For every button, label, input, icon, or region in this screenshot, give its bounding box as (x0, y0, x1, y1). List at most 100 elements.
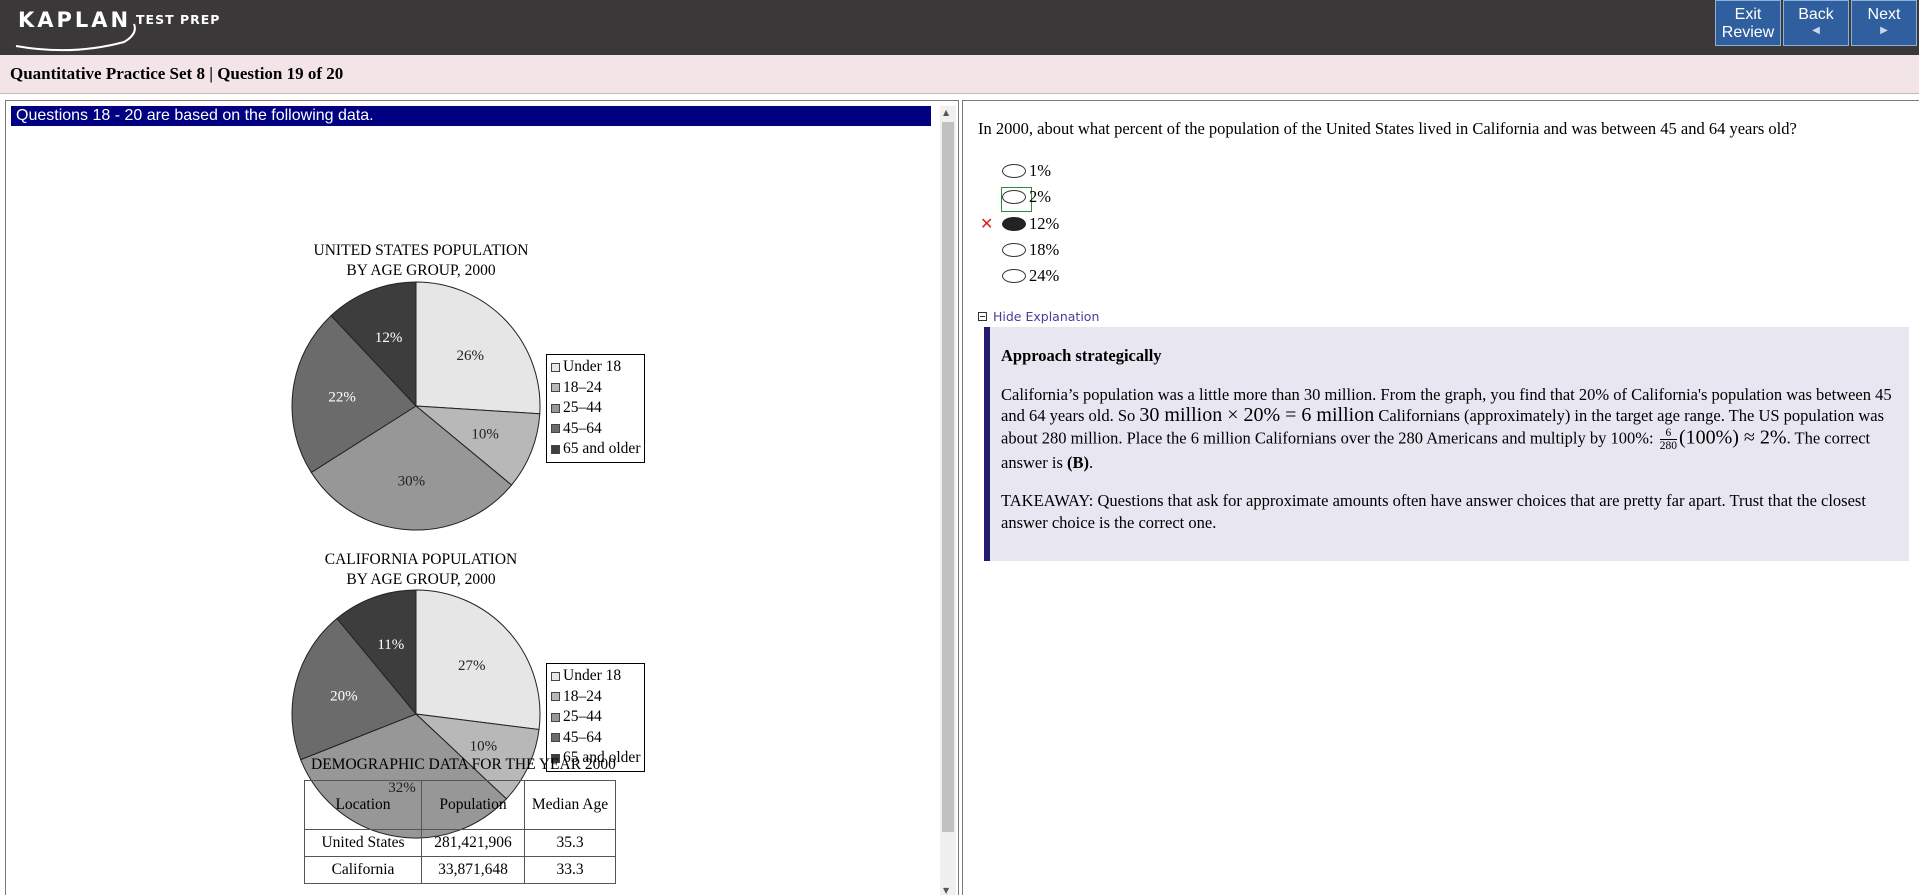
answer-choice-b[interactable]: 2% (1002, 187, 1051, 207)
ca-chart-title-line1: CALIFORNIA POPULATION (324, 551, 518, 568)
page-title: Quantitative Practice Set 8 | Question 1… (10, 64, 344, 83)
next-label: Next (1867, 6, 1901, 23)
us-chart-title-line1: UNITED STATES POPULATION (313, 242, 529, 259)
legend-item-45-64: 45–64 (551, 419, 640, 440)
legend-label: 45–64 (563, 419, 602, 437)
legend-label: 18–24 (563, 687, 602, 705)
legend-label: 18–24 (563, 378, 602, 396)
fraction-denominator: 280 (1659, 439, 1677, 452)
question-text: In 2000, about what percent of the popul… (978, 119, 1797, 138)
us-chart-legend: Under 18 18–24 25–44 45–64 65 and older (546, 354, 646, 463)
pie-label-18-24: 10% (471, 426, 499, 442)
pie-label-45-64: 20% (330, 688, 358, 704)
legend-item-under-18: Under 18 (551, 666, 640, 687)
pie-label-18-24: 10% (470, 739, 498, 755)
title-bar: Quantitative Practice Set 8 | Question 1… (0, 55, 1919, 94)
math-expression: (100%) ≈ 2% (1678, 425, 1787, 448)
legend-swatch (551, 424, 560, 434)
logo-swoosh-icon (15, 23, 136, 52)
answer-choice-a[interactable]: 1% (1002, 161, 1051, 181)
incorrect-x-icon: ✕ (980, 214, 994, 233)
ca-chart-title-line2: BY AGE GROUP, 2000 (346, 571, 496, 588)
legend-item-25-44: 25–44 (551, 398, 640, 419)
legend-swatch (551, 403, 560, 413)
table-cell: 35.3 (524, 829, 616, 857)
table-cell: United States (304, 829, 422, 857)
pie-label-65-and-older: 11% (377, 637, 404, 653)
us-chart-title: UNITED STATES POPULATION BY AGE GROUP, 2… (276, 241, 566, 281)
collapse-icon[interactable] (978, 312, 987, 321)
radio-button-selected[interactable] (1002, 217, 1026, 231)
legend-swatch (551, 712, 560, 722)
legend-swatch (551, 362, 560, 372)
legend-label: 65 and older (563, 440, 641, 457)
us-pie-chart: 26% 10% 30% 22% 12% (291, 281, 541, 531)
pie-label-25-44: 30% (398, 473, 426, 489)
next-button[interactable]: Next ▶ (1851, 0, 1917, 46)
back-label: Back (1798, 6, 1834, 23)
fraction: 6 280 (1659, 427, 1677, 452)
pie-label-65-and-older: 12% (375, 330, 403, 346)
table-cell: 33.3 (524, 856, 616, 884)
legend-item-18-24: 18–24 (551, 378, 640, 399)
table-title: DEMOGRAPHIC DATA FOR THE YEAR 2000 (311, 756, 616, 773)
pie-label-under-18: 27% (458, 658, 486, 674)
logo-subtext: TEST PREP (136, 12, 221, 27)
legend-swatch (551, 383, 560, 393)
legend-item-under-18: Under 18 (551, 357, 640, 378)
ca-chart-title: CALIFORNIA POPULATION BY AGE GROUP, 2000 (276, 550, 566, 590)
legend-item-25-44: 25–44 (551, 707, 640, 728)
radio-button[interactable] (1002, 269, 1026, 283)
table-header-population: Population (421, 780, 525, 830)
table-header-location: Location (304, 780, 422, 830)
exit-review-label-2: Review (1721, 24, 1775, 41)
next-arrow-icon: ▶ (1880, 25, 1888, 36)
us-chart-title-line2: BY AGE GROUP, 2000 (346, 262, 496, 279)
legend-label: 25–44 (563, 708, 602, 725)
scrollbar-thumb[interactable] (942, 122, 954, 832)
scroll-up-icon[interactable]: ▲ (943, 108, 949, 117)
answer-choice-c[interactable]: 12% (1002, 214, 1059, 234)
explanation-body: California’s population was a little mor… (1001, 384, 1899, 474)
choice-label: 1% (1029, 161, 1051, 180)
answer-choice-e[interactable]: 24% (1002, 266, 1059, 286)
legend-label: Under 18 (563, 358, 622, 375)
hide-explanation-toggle[interactable]: Hide Explanation (978, 309, 1099, 324)
legend-item-18-24: 18–24 (551, 687, 640, 708)
stimulus-scrollbar[interactable]: ▲ ▼ (940, 106, 956, 895)
explanation-text: . (1088, 452, 1094, 472)
correct-answer-letter: (B) (1066, 452, 1089, 472)
table-cell: 33,871,648 (421, 856, 525, 884)
legend-swatch (551, 444, 560, 454)
exit-review-button[interactable]: Exit Review (1715, 0, 1781, 46)
choice-label: 2% (1029, 187, 1051, 206)
stimulus-header: Questions 18 - 20 are based on the follo… (11, 106, 931, 126)
back-button[interactable]: Back ◀ (1783, 0, 1849, 46)
radio-button[interactable] (1002, 243, 1026, 257)
demographic-table: Location Population Median Age United St… (304, 780, 616, 884)
radio-button[interactable] (1002, 164, 1026, 178)
pie-label-under-18: 26% (456, 348, 484, 364)
table-cell: California (304, 856, 422, 884)
legend-swatch (551, 671, 560, 681)
back-arrow-icon: ◀ (1812, 25, 1820, 36)
legend-item-65-and-older: 65 and older (551, 439, 640, 460)
takeaway-text: TAKEAWAY: Questions that ask for approxi… (1001, 491, 1866, 532)
legend-label: 25–44 (563, 399, 602, 416)
explanation-panel: Approach strategically California’s popu… (984, 327, 1909, 561)
explanation-heading: Approach strategically (1001, 346, 1162, 365)
table-cell: 281,421,906 (421, 829, 525, 857)
choice-label: 12% (1029, 214, 1060, 233)
top-bar: KAPLAN TEST PREP Exit Review Back ◀ Next… (0, 0, 1919, 55)
answer-choice-d[interactable]: 18% (1002, 240, 1059, 260)
question-pane: In 2000, about what percent of the popul… (962, 100, 1919, 895)
legend-label: 45–64 (563, 728, 602, 746)
legend-swatch (551, 692, 560, 702)
stimulus-pane: Questions 18 - 20 are based on the follo… (5, 100, 959, 895)
table-row: United States 281,421,906 35.3 (304, 829, 616, 857)
legend-item-45-64: 45–64 (551, 728, 640, 749)
legend-swatch (551, 733, 560, 743)
radio-button[interactable] (1002, 190, 1026, 204)
hide-explanation-label: Hide Explanation (993, 309, 1100, 324)
table-header-median-age: Median Age (524, 780, 616, 830)
